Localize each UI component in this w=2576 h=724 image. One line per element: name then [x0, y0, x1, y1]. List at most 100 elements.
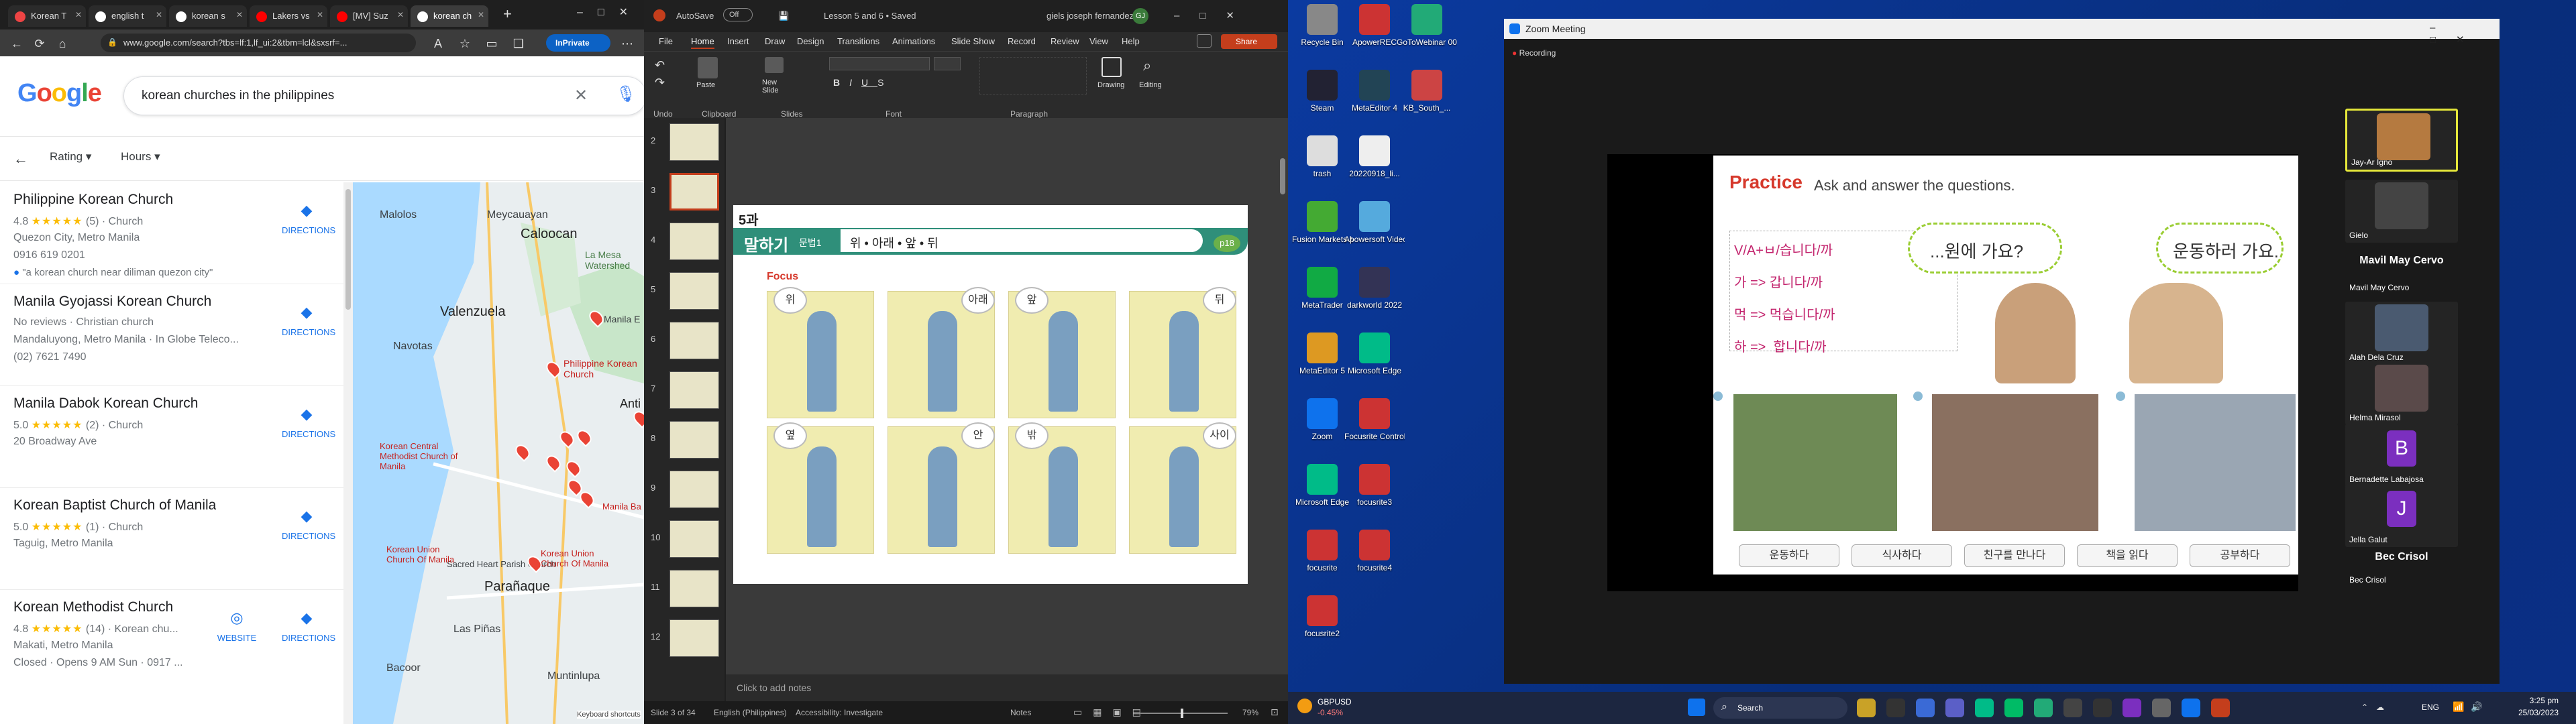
taskbar-search[interactable]: ⌕ Search: [1713, 697, 1847, 719]
taskbar-app-icon[interactable]: [1886, 699, 1905, 717]
microphone-icon[interactable]: 🎙: [616, 84, 636, 104]
share-button[interactable]: Share: [1221, 34, 1277, 49]
result-name[interactable]: Philippine Korean Church: [13, 192, 173, 208]
menu-help[interactable]: Help: [1122, 36, 1140, 46]
browser-tab[interactable]: korean s ✕: [169, 5, 247, 27]
clear-icon[interactable]: ✕: [574, 86, 588, 105]
windows-start-icon[interactable]: [1688, 699, 1705, 716]
slide-thumbnail[interactable]: [669, 173, 719, 210]
directions-button[interactable]: ◆ DIRECTIONS: [282, 405, 335, 439]
favorites-icon[interactable]: ☆: [456, 35, 474, 52]
slide-thumbnail[interactable]: [669, 371, 719, 409]
recording-indicator[interactable]: ● Recording: [1512, 48, 1556, 58]
participant-video[interactable]: Jay-Ar Igno: [2345, 109, 2458, 172]
result-item[interactable]: Manila Dabok Korean Church 5.0 ★★★★★ (2)…: [0, 386, 343, 488]
close-icon[interactable]: ✕: [478, 10, 484, 19]
desktop-icon[interactable]: focusrite2: [1292, 595, 1352, 638]
website-button[interactable]: ◎ WEBSITE: [212, 609, 262, 643]
back-arrow-icon[interactable]: ←: [13, 150, 28, 169]
font-name-select[interactable]: [829, 57, 930, 70]
desktop-icon[interactable]: MetaEditor 4: [1344, 70, 1405, 113]
slide-thumbnail[interactable]: [669, 421, 719, 459]
menu-file[interactable]: File: [659, 36, 673, 46]
result-name[interactable]: Manila Dabok Korean Church: [13, 396, 198, 412]
new-slide-button[interactable]: New Slide: [762, 78, 789, 95]
taskbar-app-icon[interactable]: [2034, 699, 2053, 717]
directions-button[interactable]: ◆ DIRECTIONS: [282, 507, 335, 541]
browser-tab[interactable]: Lakers vs ✕: [250, 5, 327, 27]
desktop-icon[interactable]: Recycle Bin: [1292, 4, 1352, 47]
undo-icon[interactable]: ↶: [655, 58, 665, 72]
read-aloud-icon[interactable]: A: [429, 35, 447, 52]
search-icon[interactable]: ⌕: [1143, 57, 1151, 74]
slide-thumbnail[interactable]: [669, 619, 719, 657]
menu-design[interactable]: Design: [797, 36, 824, 46]
zoom-slider[interactable]: [1140, 713, 1228, 714]
desktop-icon[interactable]: Steam: [1292, 70, 1352, 113]
more-icon[interactable]: ⋯: [619, 35, 636, 52]
directions-button[interactable]: ◆ DIRECTIONS: [282, 303, 335, 337]
desktop-icon[interactable]: trash: [1292, 135, 1352, 178]
browser-tab[interactable]: english t ✕: [89, 5, 166, 27]
result-item[interactable]: Korean Methodist Church 4.8 ★★★★★ (14) ·…: [0, 590, 343, 692]
current-slide[interactable]: 5과 말하기 문법1 위 • 아래 • 앞 • 뒤 p18 Focus 위 아래 앞…: [733, 205, 1248, 584]
home-icon[interactable]: ⌂: [54, 35, 71, 52]
taskbar-app-icon[interactable]: [1857, 699, 1876, 717]
notes-toggle[interactable]: Notes: [1010, 708, 1031, 717]
stock-ticker[interactable]: GBPUSD: [1318, 697, 1352, 707]
browser-tab[interactable]: Korean T ✕: [8, 5, 86, 27]
split-screen-icon[interactable]: ▭: [483, 35, 500, 52]
menu-slide-show[interactable]: Slide Show: [951, 36, 995, 46]
close-icon[interactable]: ✕: [236, 10, 243, 19]
notes-pane[interactable]: Click to add notes: [726, 674, 1288, 701]
result-name[interactable]: Korean Baptist Church of Manila: [13, 497, 216, 514]
zoom-slider-thumb[interactable]: [1181, 709, 1183, 718]
url-input[interactable]: www.google.com/search?tbs=lf:1,lf_ui:2&t…: [101, 34, 416, 52]
comments-icon[interactable]: [1197, 34, 1212, 48]
paste-button[interactable]: Paste: [696, 81, 715, 89]
font-size-select[interactable]: [934, 57, 961, 70]
desktop-icon[interactable]: MetaTrader: [1292, 267, 1352, 310]
desktop-icon[interactable]: Microsoft Edge: [1292, 464, 1352, 507]
taskbar-app-icon[interactable]: [2004, 699, 2023, 717]
taskbar-app-icon[interactable]: [2123, 699, 2141, 717]
menu-home[interactable]: Home: [691, 36, 714, 49]
accessibility-status[interactable]: Accessibility: Investigate: [796, 708, 883, 717]
drawing-button[interactable]: Drawing: [1097, 81, 1124, 89]
result-name[interactable]: Manila Gyojassi Korean Church: [13, 294, 211, 310]
avatar[interactable]: GJ: [1132, 8, 1148, 24]
inprivate-badge[interactable]: InPrivate: [546, 34, 610, 52]
slide-thumbnail[interactable]: [669, 520, 719, 558]
browser-tab-active[interactable]: korean ch ✕: [411, 5, 488, 27]
desktop-icon[interactable]: GoToWebinar 001: [1397, 4, 1457, 47]
result-item[interactable]: Korean Baptist Church of Manila 5.0 ★★★★…: [0, 488, 343, 590]
desktop-icon[interactable]: Apowersoft Video Co...: [1344, 201, 1405, 244]
search-input[interactable]: korean churches in the philippines: [123, 76, 644, 115]
close-icon[interactable]: ✕: [317, 10, 323, 19]
back-icon[interactable]: ←: [8, 35, 25, 52]
menu-draw[interactable]: Draw: [765, 36, 785, 46]
participant-video[interactable]: J Jella Galut: [2345, 484, 2458, 547]
drawing-icon[interactable]: [1102, 57, 1122, 77]
participant-video[interactable]: Helma Mirasol: [2345, 362, 2458, 425]
fit-slide-icon[interactable]: ⊡: [1271, 707, 1279, 718]
taskbar-app-icon[interactable]: [2093, 699, 2112, 717]
slide-thumbnail[interactable]: [669, 322, 719, 359]
participant-video[interactable]: Alah Dela Cruz: [2345, 302, 2458, 365]
keyboard-shortcuts-link[interactable]: Keyboard shortcuts: [577, 711, 641, 719]
taskbar-app-icon[interactable]: [1945, 699, 1964, 717]
taskbar-app-icon[interactable]: [1916, 699, 1935, 717]
taskbar-app-icon[interactable]: [2182, 699, 2200, 717]
desktop-icon[interactable]: darkworld 2022: [1344, 267, 1405, 310]
desktop-icon[interactable]: focusrite3: [1344, 464, 1405, 507]
result-item[interactable]: Philippine Korean Church 4.8 ★★★★★ (5) ·…: [0, 182, 343, 284]
menu-transitions[interactable]: Transitions: [837, 36, 879, 46]
desktop-icon[interactable]: MetaEditor 5: [1292, 333, 1352, 375]
language-indicator[interactable]: ENG: [2422, 703, 2439, 712]
slide-thumbnail[interactable]: [669, 471, 719, 508]
close-icon[interactable]: ✕: [397, 10, 404, 19]
taskbar-app-icon[interactable]: [2211, 699, 2230, 717]
tray-icons[interactable]: ⌃☁: [2361, 703, 2392, 712]
close-icon[interactable]: ✕: [75, 10, 82, 19]
menu-insert[interactable]: Insert: [727, 36, 749, 46]
